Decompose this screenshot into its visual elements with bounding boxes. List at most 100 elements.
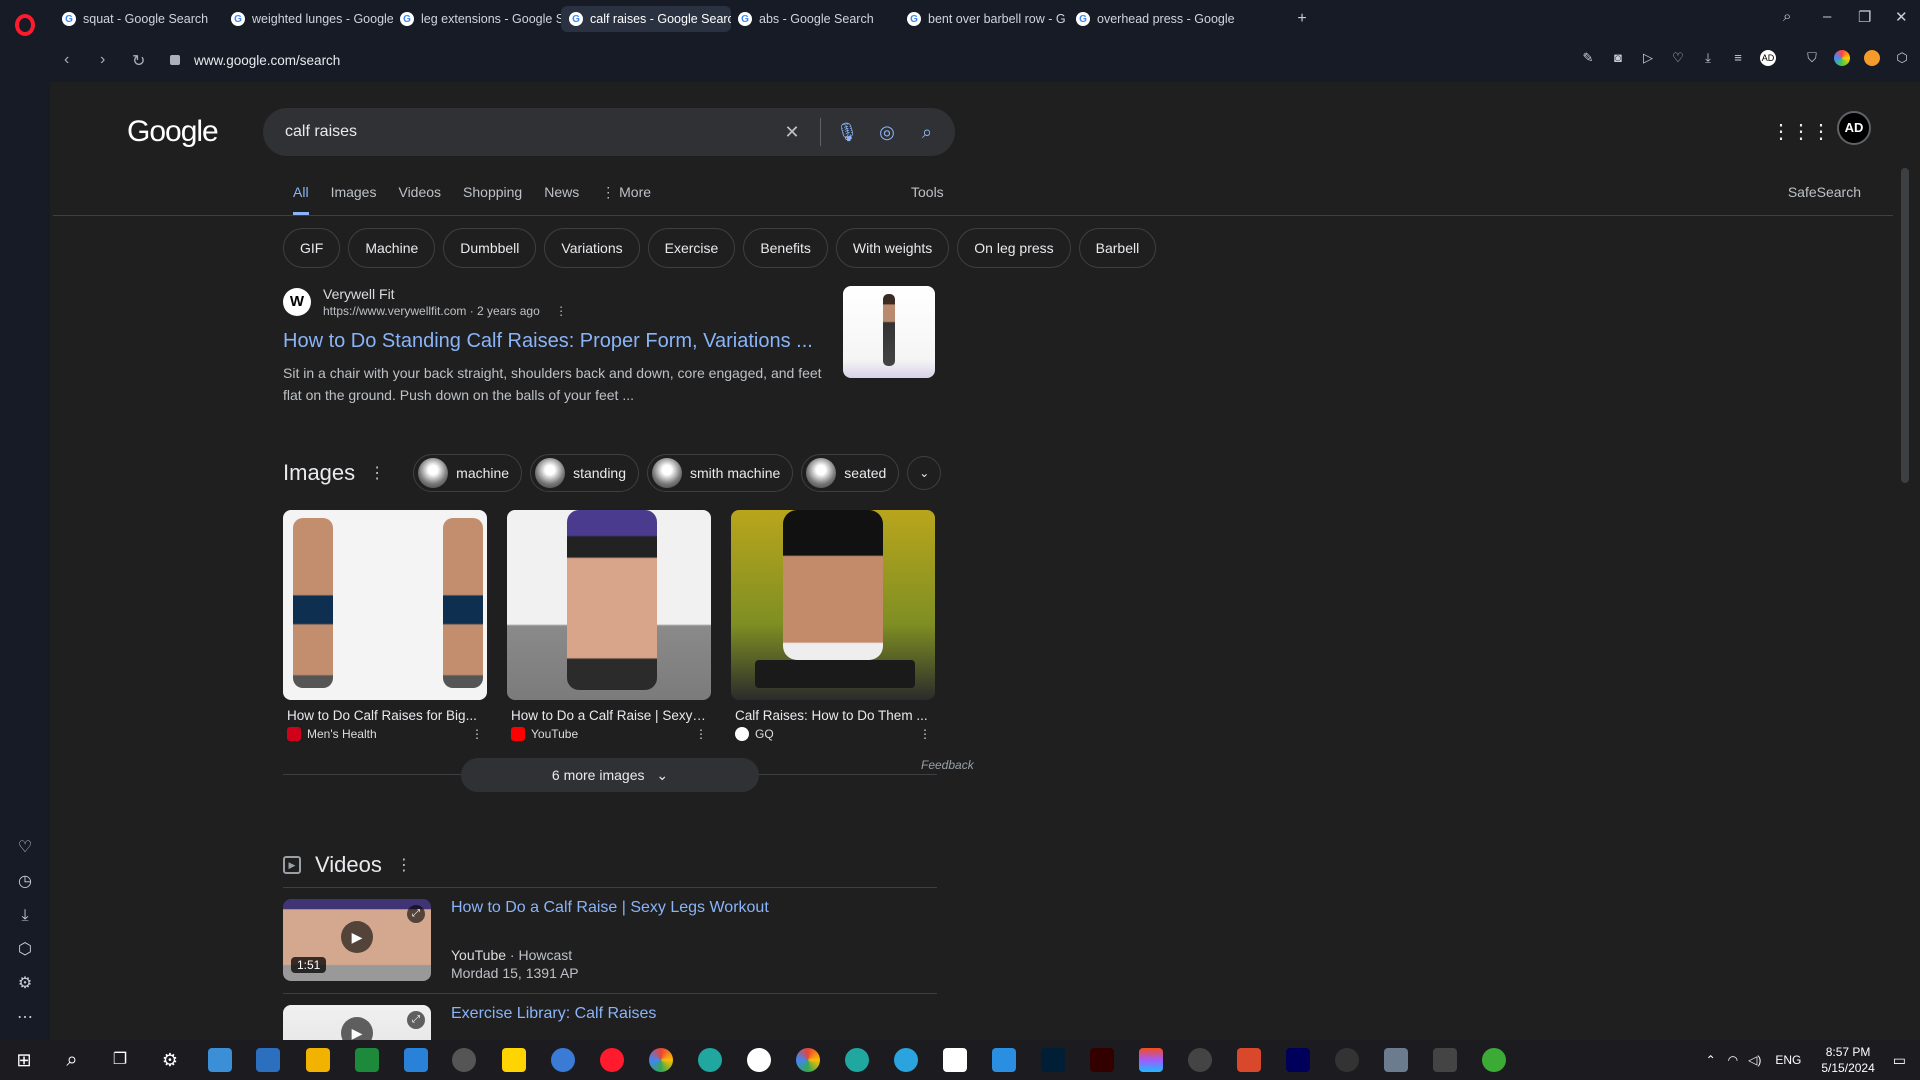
lens-icon[interactable]: ◎ bbox=[875, 120, 899, 144]
calculator-icon[interactable] bbox=[404, 1048, 428, 1072]
forward-icon[interactable]: › bbox=[100, 51, 105, 69]
chip-machine[interactable]: Machine bbox=[348, 228, 436, 268]
search-tabs-icon[interactable]: ⌕ bbox=[1783, 8, 1791, 25]
image-card[interactable]: How to Do a Calf Raise | Sexy ... YouTub… bbox=[507, 510, 711, 741]
google-logo[interactable]: Google bbox=[127, 115, 219, 149]
image-chip-smith-machine[interactable]: smith machine bbox=[647, 454, 794, 492]
app-icon[interactable] bbox=[1335, 1048, 1359, 1072]
more-options-icon[interactable]: ⋮ bbox=[369, 463, 385, 483]
chip-gif[interactable]: GIF bbox=[283, 228, 341, 268]
more-options-icon[interactable]: ⋮ bbox=[919, 727, 931, 741]
more-icon[interactable]: ⋯ bbox=[15, 1008, 35, 1028]
app-icon[interactable] bbox=[452, 1048, 476, 1072]
result-thumbnail[interactable] bbox=[843, 286, 935, 378]
reload-icon[interactable]: ↻ bbox=[132, 51, 145, 71]
chip-with-weights[interactable]: With weights bbox=[835, 228, 950, 268]
fox-extension-icon[interactable] bbox=[1864, 50, 1880, 66]
tab-news[interactable]: News bbox=[544, 184, 579, 215]
more-options-icon[interactable]: ⋮ bbox=[471, 727, 483, 741]
chip-on-leg-press[interactable]: On leg press bbox=[957, 228, 1071, 268]
url-text[interactable]: www.google.com/search bbox=[194, 53, 340, 68]
video-thumbnail[interactable]: ▶ ⤢ bbox=[283, 1005, 431, 1040]
tab-images[interactable]: Images bbox=[331, 184, 377, 215]
tab-all[interactable]: All bbox=[293, 184, 309, 215]
sticky-notes-icon[interactable] bbox=[502, 1048, 526, 1072]
extensions-icon[interactable]: ⬡ bbox=[1894, 50, 1910, 66]
new-tab-button[interactable]: + bbox=[1293, 10, 1311, 28]
browser-tab[interactable]: Gleg extensions - Google S bbox=[392, 6, 562, 32]
browser-tab[interactable]: Goverhead press - Google S bbox=[1068, 6, 1238, 32]
app-icon[interactable] bbox=[1188, 1048, 1212, 1072]
telegram-icon[interactable] bbox=[894, 1048, 918, 1072]
language-indicator[interactable]: ENG bbox=[1775, 1053, 1801, 1067]
settings-icon[interactable]: ⚙ bbox=[158, 1048, 182, 1072]
history-icon[interactable]: ◷ bbox=[15, 872, 35, 892]
premiere-icon[interactable] bbox=[1286, 1048, 1310, 1072]
heart-icon[interactable]: ♡ bbox=[15, 838, 35, 858]
site-url[interactable]: https://www.verywellfit.com bbox=[323, 304, 466, 318]
chip-benefits[interactable]: Benefits bbox=[743, 228, 828, 268]
chip-dumbbell[interactable]: Dumbbell bbox=[443, 228, 537, 268]
file-explorer-icon[interactable] bbox=[306, 1048, 330, 1072]
image-thumbnail[interactable] bbox=[507, 510, 711, 700]
gear-icon[interactable]: ⚙ bbox=[15, 974, 35, 994]
image-card[interactable]: Calf Raises: How to Do Them ... GQ ⋮ bbox=[731, 510, 935, 741]
opera-icon[interactable] bbox=[600, 1048, 624, 1072]
app-icon[interactable] bbox=[1482, 1048, 1506, 1072]
app-icon[interactable] bbox=[1384, 1048, 1408, 1072]
search-box[interactable]: calf raises ✕ 🎙 ◎ ⌕ bbox=[263, 108, 955, 156]
close-window-icon[interactable]: ✕ bbox=[1895, 8, 1908, 26]
download-icon[interactable]: ⤓ bbox=[15, 906, 35, 926]
vscode-icon[interactable] bbox=[992, 1048, 1016, 1072]
video-title-link[interactable]: How to Do a Calf Raise | Sexy Legs Worko… bbox=[451, 899, 769, 917]
app-icon[interactable] bbox=[1237, 1048, 1261, 1072]
play-icon[interactable]: ▶ bbox=[341, 1017, 373, 1040]
result-title-link[interactable]: How to Do Standing Calf Raises: Proper F… bbox=[283, 330, 813, 353]
apps-grid-icon[interactable]: ⋮⋮⋮ bbox=[1771, 119, 1831, 144]
edit-icon[interactable]: ✎ bbox=[1580, 50, 1596, 66]
search-input[interactable]: calf raises bbox=[285, 123, 780, 141]
clear-icon[interactable]: ✕ bbox=[780, 120, 804, 144]
cube-icon[interactable]: ⬡ bbox=[15, 940, 35, 960]
browser-tab[interactable]: Gsquat - Google Search bbox=[54, 6, 224, 32]
image-chip-seated[interactable]: seated bbox=[801, 454, 900, 492]
video-title-link[interactable]: Exercise Library: Calf Raises bbox=[451, 1005, 656, 1023]
app-icon[interactable] bbox=[208, 1048, 232, 1072]
image-caption[interactable]: Calf Raises: How to Do Them ... bbox=[731, 708, 935, 723]
tab-more[interactable]: ⋮ More bbox=[601, 184, 651, 215]
tab-videos[interactable]: Videos bbox=[398, 184, 441, 215]
clock[interactable]: 8:57 PM 5/15/2024 bbox=[1821, 1044, 1874, 1076]
chevron-up-icon[interactable]: ⌃ bbox=[1706, 1053, 1716, 1067]
windows-start-icon[interactable]: ⊞ bbox=[12, 1048, 36, 1072]
image-chip-standing[interactable]: standing bbox=[530, 454, 640, 492]
photoshop-icon[interactable] bbox=[1041, 1048, 1065, 1072]
restore-icon[interactable]: ❐ bbox=[1858, 8, 1871, 26]
site-name[interactable]: Verywell Fit bbox=[323, 286, 567, 302]
image-thumbnail[interactable] bbox=[283, 510, 487, 700]
image-card[interactable]: How to Do Calf Raises for Big... Men's H… bbox=[283, 510, 487, 741]
app-icon[interactable] bbox=[256, 1048, 280, 1072]
browser-tab[interactable]: Gbent over barbell row - G bbox=[899, 6, 1069, 32]
video-thumbnail[interactable]: ▶ 1:51 ⤢ bbox=[283, 899, 431, 981]
play-icon[interactable]: ▷ bbox=[1640, 50, 1656, 66]
search-icon[interactable]: ⌕ bbox=[915, 120, 939, 144]
app-icon[interactable] bbox=[943, 1048, 967, 1072]
image-caption[interactable]: How to Do Calf Raises for Big... bbox=[283, 708, 487, 723]
color-extension-icon[interactable] bbox=[1834, 50, 1850, 66]
network-icon[interactable]: ◠ bbox=[1728, 1053, 1738, 1067]
search-icon[interactable]: ⌕ bbox=[60, 1048, 84, 1072]
address-bar[interactable]: www.google.com/search bbox=[170, 45, 1810, 75]
more-options-icon[interactable]: ⋮ bbox=[396, 855, 412, 875]
expand-icon[interactable]: ⤢ bbox=[407, 1011, 425, 1029]
chevron-down-icon[interactable]: ⌄ bbox=[907, 456, 942, 490]
menu-icon[interactable]: ≡ bbox=[1730, 50, 1746, 66]
safesearch-button[interactable]: SafeSearch bbox=[1788, 184, 1861, 200]
more-options-icon[interactable]: ⋮ bbox=[555, 304, 567, 318]
scrollbar[interactable] bbox=[1901, 168, 1909, 483]
browser-tab[interactable]: Gweighted lunges - Google bbox=[223, 6, 393, 32]
chip-exercise[interactable]: Exercise bbox=[647, 228, 736, 268]
figma-icon[interactable] bbox=[1139, 1048, 1163, 1072]
more-images-button[interactable]: 6 more images ⌄ bbox=[461, 758, 759, 792]
app-icon[interactable] bbox=[1433, 1048, 1457, 1072]
more-options-icon[interactable]: ⋮ bbox=[695, 727, 707, 741]
